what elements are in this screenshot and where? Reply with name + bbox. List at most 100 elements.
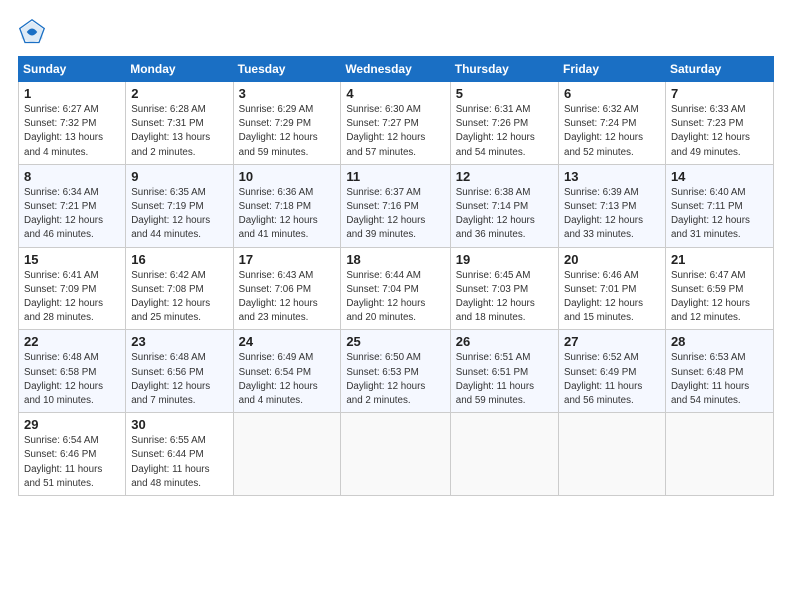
day-cell: 27 Sunrise: 6:52 AM Sunset: 6:49 PM Dayli… xyxy=(559,330,666,413)
day-cell: 15Sunrise: 6:41 AM Sunset: 7:09 PM Dayli… xyxy=(19,247,126,330)
weekday-tuesday: Tuesday xyxy=(233,57,341,82)
day-cell: 22Sunrise: 6:48 AM Sunset: 6:58 PM Dayli… xyxy=(19,330,126,413)
day-number: 28 xyxy=(671,334,768,349)
day-number: 13 xyxy=(564,169,660,184)
day-number: 27 xyxy=(564,334,660,349)
day-number: 14 xyxy=(671,169,768,184)
day-cell: 3 Sunrise: 6:29 AM Sunset: 7:29 PM Daylig… xyxy=(233,82,341,165)
day-detail: Sunrise: 6:30 AM Sunset: 7:27 PM Dayligh… xyxy=(346,103,444,160)
day-detail: Sunrise: 6:48 AM Sunset: 6:56 PM Dayligh… xyxy=(131,351,227,408)
day-number: 20 xyxy=(564,252,660,267)
day-detail: Sunrise: 6:40 AM Sunset: 7:11 PM Dayligh… xyxy=(671,186,768,243)
day-number: 18 xyxy=(346,252,444,267)
day-cell: 10Sunrise: 6:36 AM Sunset: 7:18 PM Dayli… xyxy=(233,164,341,247)
day-cell: 21Sunrise: 6:47 AM Sunset: 6:59 PM Dayli… xyxy=(665,247,773,330)
day-number: 3 xyxy=(239,86,336,101)
day-cell xyxy=(559,413,666,496)
day-number: 2 xyxy=(131,86,227,101)
day-number: 6 xyxy=(564,86,660,101)
page: SundayMondayTuesdayWednesdayThursdayFrid… xyxy=(0,0,792,612)
day-detail: Sunrise: 6:55 AM Sunset: 6:44 PM Dayligh… xyxy=(131,434,227,491)
day-cell: 17 Sunrise: 6:43 AM Sunset: 7:06 PM Dayli… xyxy=(233,247,341,330)
day-cell: 20 Sunrise: 6:46 AM Sunset: 7:01 PM Dayli… xyxy=(559,247,666,330)
weekday-thursday: Thursday xyxy=(450,57,558,82)
day-cell: 18 Sunrise: 6:44 AM Sunset: 7:04 PM Dayli… xyxy=(341,247,450,330)
day-cell: 14 Sunrise: 6:40 AM Sunset: 7:11 PM Dayli… xyxy=(665,164,773,247)
day-detail: Sunrise: 6:52 AM Sunset: 6:49 PM Dayligh… xyxy=(564,351,660,408)
day-cell xyxy=(341,413,450,496)
day-number: 11 xyxy=(346,169,444,184)
logo xyxy=(18,18,50,46)
day-number: 4 xyxy=(346,86,444,101)
day-cell: 28 Sunrise: 6:53 AM Sunset: 6:48 PM Dayli… xyxy=(665,330,773,413)
day-cell xyxy=(450,413,558,496)
day-detail: Sunrise: 6:38 AM Sunset: 7:14 PM Dayligh… xyxy=(456,186,553,243)
day-cell: 23 Sunrise: 6:48 AM Sunset: 6:56 PM Dayli… xyxy=(126,330,233,413)
day-cell: 8 Sunrise: 6:34 AM Sunset: 7:21 PM Daylig… xyxy=(19,164,126,247)
day-cell: 25 Sunrise: 6:50 AM Sunset: 6:53 PM Dayli… xyxy=(341,330,450,413)
calendar: SundayMondayTuesdayWednesdayThursdayFrid… xyxy=(18,56,774,496)
day-detail: Sunrise: 6:45 AM Sunset: 7:03 PM Dayligh… xyxy=(456,269,553,326)
day-number: 12 xyxy=(456,169,553,184)
day-detail: Sunrise: 6:33 AM Sunset: 7:23 PM Dayligh… xyxy=(671,103,768,160)
weekday-sunday: Sunday xyxy=(19,57,126,82)
day-cell: 6 Sunrise: 6:32 AM Sunset: 7:24 PM Daylig… xyxy=(559,82,666,165)
day-number: 8 xyxy=(24,169,120,184)
day-number: 7 xyxy=(671,86,768,101)
day-detail: Sunrise: 6:46 AM Sunset: 7:01 PM Dayligh… xyxy=(564,269,660,326)
week-row-4: 22Sunrise: 6:48 AM Sunset: 6:58 PM Dayli… xyxy=(19,330,774,413)
day-cell: 26 Sunrise: 6:51 AM Sunset: 6:51 PM Dayli… xyxy=(450,330,558,413)
day-number: 19 xyxy=(456,252,553,267)
day-detail: Sunrise: 6:53 AM Sunset: 6:48 PM Dayligh… xyxy=(671,351,768,408)
day-detail: Sunrise: 6:51 AM Sunset: 6:51 PM Dayligh… xyxy=(456,351,553,408)
day-number: 16 xyxy=(131,252,227,267)
day-number: 26 xyxy=(456,334,553,349)
week-row-2: 8 Sunrise: 6:34 AM Sunset: 7:21 PM Daylig… xyxy=(19,164,774,247)
day-cell: 13 Sunrise: 6:39 AM Sunset: 7:13 PM Dayli… xyxy=(559,164,666,247)
day-detail: Sunrise: 6:28 AM Sunset: 7:31 PM Dayligh… xyxy=(131,103,227,160)
day-detail: Sunrise: 6:41 AM Sunset: 7:09 PM Dayligh… xyxy=(24,269,120,326)
day-cell: 30Sunrise: 6:55 AM Sunset: 6:44 PM Dayli… xyxy=(126,413,233,496)
week-row-5: 29 Sunrise: 6:54 AM Sunset: 6:46 PM Dayli… xyxy=(19,413,774,496)
day-number: 29 xyxy=(24,417,120,432)
day-cell: 5 Sunrise: 6:31 AM Sunset: 7:26 PM Daylig… xyxy=(450,82,558,165)
day-cell: 11Sunrise: 6:37 AM Sunset: 7:16 PM Dayli… xyxy=(341,164,450,247)
day-detail: Sunrise: 6:50 AM Sunset: 6:53 PM Dayligh… xyxy=(346,351,444,408)
day-detail: Sunrise: 6:34 AM Sunset: 7:21 PM Dayligh… xyxy=(24,186,120,243)
weekday-wednesday: Wednesday xyxy=(341,57,450,82)
header xyxy=(18,18,774,46)
day-detail: Sunrise: 6:29 AM Sunset: 7:29 PM Dayligh… xyxy=(239,103,336,160)
day-cell: 4 Sunrise: 6:30 AM Sunset: 7:27 PM Daylig… xyxy=(341,82,450,165)
day-detail: Sunrise: 6:31 AM Sunset: 7:26 PM Dayligh… xyxy=(456,103,553,160)
day-detail: Sunrise: 6:27 AM Sunset: 7:32 PM Dayligh… xyxy=(24,103,120,160)
day-number: 21 xyxy=(671,252,768,267)
day-cell: 7 Sunrise: 6:33 AM Sunset: 7:23 PM Daylig… xyxy=(665,82,773,165)
day-cell xyxy=(665,413,773,496)
day-detail: Sunrise: 6:42 AM Sunset: 7:08 PM Dayligh… xyxy=(131,269,227,326)
week-row-1: 1 Sunrise: 6:27 AM Sunset: 7:32 PM Daylig… xyxy=(19,82,774,165)
day-detail: Sunrise: 6:35 AM Sunset: 7:19 PM Dayligh… xyxy=(131,186,227,243)
day-detail: Sunrise: 6:54 AM Sunset: 6:46 PM Dayligh… xyxy=(24,434,120,491)
day-cell: 9Sunrise: 6:35 AM Sunset: 7:19 PM Daylig… xyxy=(126,164,233,247)
week-row-3: 15Sunrise: 6:41 AM Sunset: 7:09 PM Dayli… xyxy=(19,247,774,330)
day-number: 23 xyxy=(131,334,227,349)
day-detail: Sunrise: 6:32 AM Sunset: 7:24 PM Dayligh… xyxy=(564,103,660,160)
day-detail: Sunrise: 6:48 AM Sunset: 6:58 PM Dayligh… xyxy=(24,351,120,408)
day-cell: 19 Sunrise: 6:45 AM Sunset: 7:03 PM Dayli… xyxy=(450,247,558,330)
day-number: 17 xyxy=(239,252,336,267)
day-number: 24 xyxy=(239,334,336,349)
day-cell: 24 Sunrise: 6:49 AM Sunset: 6:54 PM Dayli… xyxy=(233,330,341,413)
day-cell: 16 Sunrise: 6:42 AM Sunset: 7:08 PM Dayli… xyxy=(126,247,233,330)
day-number: 1 xyxy=(24,86,120,101)
weekday-monday: Monday xyxy=(126,57,233,82)
day-number: 25 xyxy=(346,334,444,349)
day-detail: Sunrise: 6:49 AM Sunset: 6:54 PM Dayligh… xyxy=(239,351,336,408)
day-detail: Sunrise: 6:43 AM Sunset: 7:06 PM Dayligh… xyxy=(239,269,336,326)
day-number: 5 xyxy=(456,86,553,101)
weekday-friday: Friday xyxy=(559,57,666,82)
day-detail: Sunrise: 6:44 AM Sunset: 7:04 PM Dayligh… xyxy=(346,269,444,326)
day-detail: Sunrise: 6:39 AM Sunset: 7:13 PM Dayligh… xyxy=(564,186,660,243)
day-detail: Sunrise: 6:36 AM Sunset: 7:18 PM Dayligh… xyxy=(239,186,336,243)
weekday-header-row: SundayMondayTuesdayWednesdayThursdayFrid… xyxy=(19,57,774,82)
weekday-saturday: Saturday xyxy=(665,57,773,82)
